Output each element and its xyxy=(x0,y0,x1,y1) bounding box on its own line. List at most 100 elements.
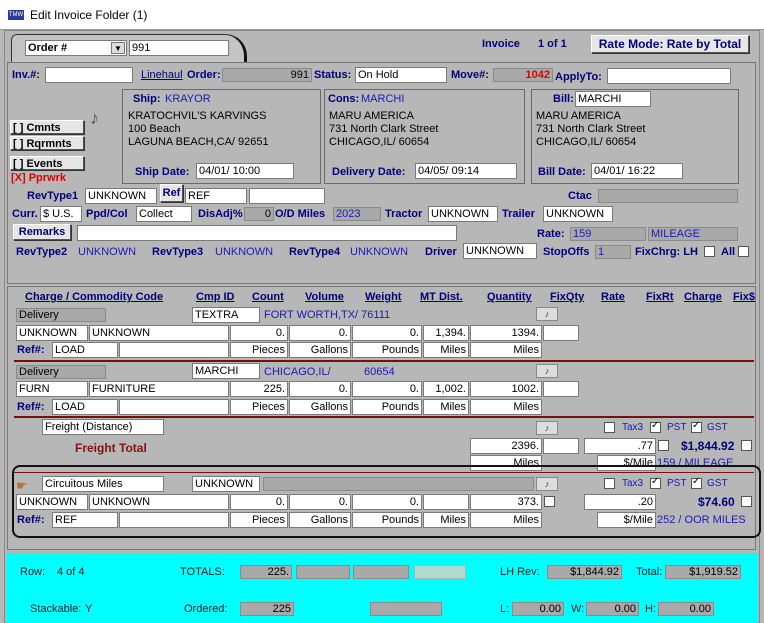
revtype1-input[interactable]: UNKNOWN xyxy=(85,188,157,204)
hdr-mtdist[interactable]: MT Dist. xyxy=(420,291,463,303)
freight-gst-checkbox[interactable] xyxy=(691,420,702,433)
curr-input[interactable]: $ U.S. xyxy=(40,206,82,222)
circuitous-cmp[interactable]: UNKNOWN xyxy=(192,476,260,492)
stop1-code[interactable]: UNKNOWN xyxy=(16,325,88,341)
stop2-count[interactable]: 225. xyxy=(230,381,288,397)
stop2-cmp[interactable]: MARCHI xyxy=(192,363,260,379)
stop2-edit-button[interactable]: ♪ xyxy=(536,364,558,378)
stop2-fixqty[interactable] xyxy=(543,381,579,397)
bill-date-input[interactable]: 04/01/ 16:22 xyxy=(591,163,683,179)
stop1-edit-button[interactable]: ♪ xyxy=(536,307,558,321)
stop1-dist[interactable]: 1,394. xyxy=(423,325,469,341)
circuitous-count[interactable]: 0. xyxy=(230,494,288,510)
fixchrg-lh-checkbox[interactable] xyxy=(704,246,715,257)
order-type-select[interactable]: Order # ▼ xyxy=(25,40,127,56)
stop1-ref2[interactable] xyxy=(119,342,229,358)
move-label: Move#: xyxy=(451,69,489,81)
stop1-qty[interactable]: 1394. xyxy=(470,325,542,341)
cons-code: MARCHI xyxy=(361,93,405,105)
stop2-u-dist: Miles xyxy=(423,399,469,415)
ppdcol-input[interactable]: Collect xyxy=(136,206,192,222)
stop1-count[interactable]: 0. xyxy=(230,325,288,341)
circuitous-fixamt-checkbox[interactable] xyxy=(741,496,752,507)
stop2-weight[interactable]: 0. xyxy=(352,381,422,397)
circuitous-u-volume: Gallons xyxy=(289,512,351,528)
all-checkbox[interactable] xyxy=(738,246,749,257)
stop1-fixqty[interactable] xyxy=(543,325,579,341)
circuitous-qty[interactable]: 373. xyxy=(470,494,542,510)
stop2-ref2[interactable] xyxy=(119,399,229,415)
freight-name[interactable]: Freight (Distance) xyxy=(42,419,164,435)
rqrmnts-button[interactable]: [ ] Rqrmnts xyxy=(10,136,84,150)
ref-extra-input[interactable] xyxy=(249,188,325,204)
stop2-qty[interactable]: 1002. xyxy=(470,381,542,397)
hdr-charge-amt[interactable]: Charge xyxy=(684,291,722,303)
circuitous-code[interactable]: UNKNOWN xyxy=(16,494,88,510)
circuitous-weight[interactable]: 0. xyxy=(352,494,422,510)
trailer-input[interactable]: UNKNOWN xyxy=(543,206,613,222)
circuitous-gst-checkbox[interactable] xyxy=(691,476,702,489)
ref-button[interactable]: Ref xyxy=(160,184,183,202)
ship-date-input[interactable]: 04/01/ 10:00 xyxy=(196,163,294,179)
rate-mode-button[interactable]: Rate Mode: Rate by Total xyxy=(591,35,749,53)
freight-tax3-checkbox[interactable] xyxy=(604,422,615,433)
delivery-date-input[interactable]: 04/05/ 09:14 xyxy=(415,163,517,179)
stop2-volume[interactable]: 0. xyxy=(289,381,351,397)
freight-rate[interactable]: .77 xyxy=(584,438,656,454)
chevron-down-icon[interactable]: ▼ xyxy=(111,42,125,54)
stop1-desc[interactable]: UNKNOWN xyxy=(89,325,229,341)
circuitous-tax3-checkbox[interactable] xyxy=(604,478,615,489)
stop2-code[interactable]: FURN xyxy=(16,381,88,397)
circuitous-rate[interactable]: .20 xyxy=(584,494,656,510)
status-input[interactable]: On Hold xyxy=(355,67,447,83)
remarks-button[interactable]: Remarks xyxy=(13,224,71,240)
stop1-ref[interactable]: LOAD xyxy=(52,342,118,358)
freight-pst-checkbox[interactable] xyxy=(650,420,661,433)
freight-pst-label: PST xyxy=(667,422,687,433)
circuitous-ref2[interactable] xyxy=(119,512,229,528)
events-button[interactable]: [ ] Events xyxy=(10,156,84,170)
hdr-volume[interactable]: Volume xyxy=(305,291,344,303)
circuitous-volume[interactable]: 0. xyxy=(289,494,351,510)
stop1-volume[interactable]: 0. xyxy=(289,325,351,341)
freight-fixamt-checkbox[interactable] xyxy=(741,440,752,451)
freight-fixqty[interactable] xyxy=(543,438,579,454)
ship-addr1: 100 Beach xyxy=(128,123,181,135)
stop2-ref[interactable]: LOAD xyxy=(52,399,118,415)
cmnts-button[interactable]: [ ] Cmnts xyxy=(10,120,84,134)
circuitous-desc[interactable]: UNKNOWN xyxy=(89,494,229,510)
applyto-input[interactable] xyxy=(607,68,731,84)
stop1-weight[interactable]: 0. xyxy=(352,325,422,341)
hdr-charge[interactable]: Charge / Commodity Code xyxy=(25,291,163,303)
tractor-input[interactable]: UNKNOWN xyxy=(428,206,498,222)
freight-fixrt-checkbox[interactable] xyxy=(658,440,669,451)
linehaul-link[interactable]: Linehaul xyxy=(141,69,183,81)
circuitous-ref[interactable]: REF xyxy=(52,512,118,528)
stop2-desc[interactable]: FURNITURE xyxy=(89,381,229,397)
stop2-dist[interactable]: 1,002. xyxy=(423,381,469,397)
bill-code-input[interactable]: MARCHI xyxy=(575,91,651,107)
hdr-count[interactable]: Count xyxy=(252,291,284,303)
hdr-quantity[interactable]: Quantity xyxy=(487,291,532,303)
driver-input[interactable]: UNKNOWN xyxy=(463,243,537,259)
inv-input[interactable] xyxy=(45,67,133,83)
hdr-fixqty[interactable]: FixQty xyxy=(550,291,584,303)
circuitous-dist[interactable] xyxy=(423,494,469,510)
stop1-cmp[interactable]: TEXTRA xyxy=(192,307,260,323)
circuitous-pst-checkbox[interactable] xyxy=(650,476,661,489)
pprwrk-button[interactable]: [X] Pprwrk xyxy=(11,172,66,184)
hdr-fixrt[interactable]: FixRt xyxy=(646,291,674,303)
freight-edit-button[interactable]: ♪ xyxy=(536,421,558,435)
hdr-weight[interactable]: Weight xyxy=(365,291,401,303)
remarks-input[interactable] xyxy=(77,225,457,241)
ref-input[interactable]: REF xyxy=(185,188,247,204)
hdr-fixamt[interactable]: Fix$ xyxy=(733,291,755,303)
hdr-rate[interactable]: Rate xyxy=(601,291,625,303)
tractor-label: Tractor xyxy=(385,208,423,220)
circuitous-name[interactable]: Circuitous Miles xyxy=(42,476,164,492)
order-number-input[interactable]: 991 xyxy=(129,40,229,56)
circuitous-edit-button[interactable]: ♪ xyxy=(536,477,558,491)
hdr-cmpid[interactable]: Cmp ID xyxy=(196,291,235,303)
freight-qty[interactable]: 2396. xyxy=(470,438,542,454)
circuitous-fixqty-checkbox[interactable] xyxy=(544,496,555,507)
